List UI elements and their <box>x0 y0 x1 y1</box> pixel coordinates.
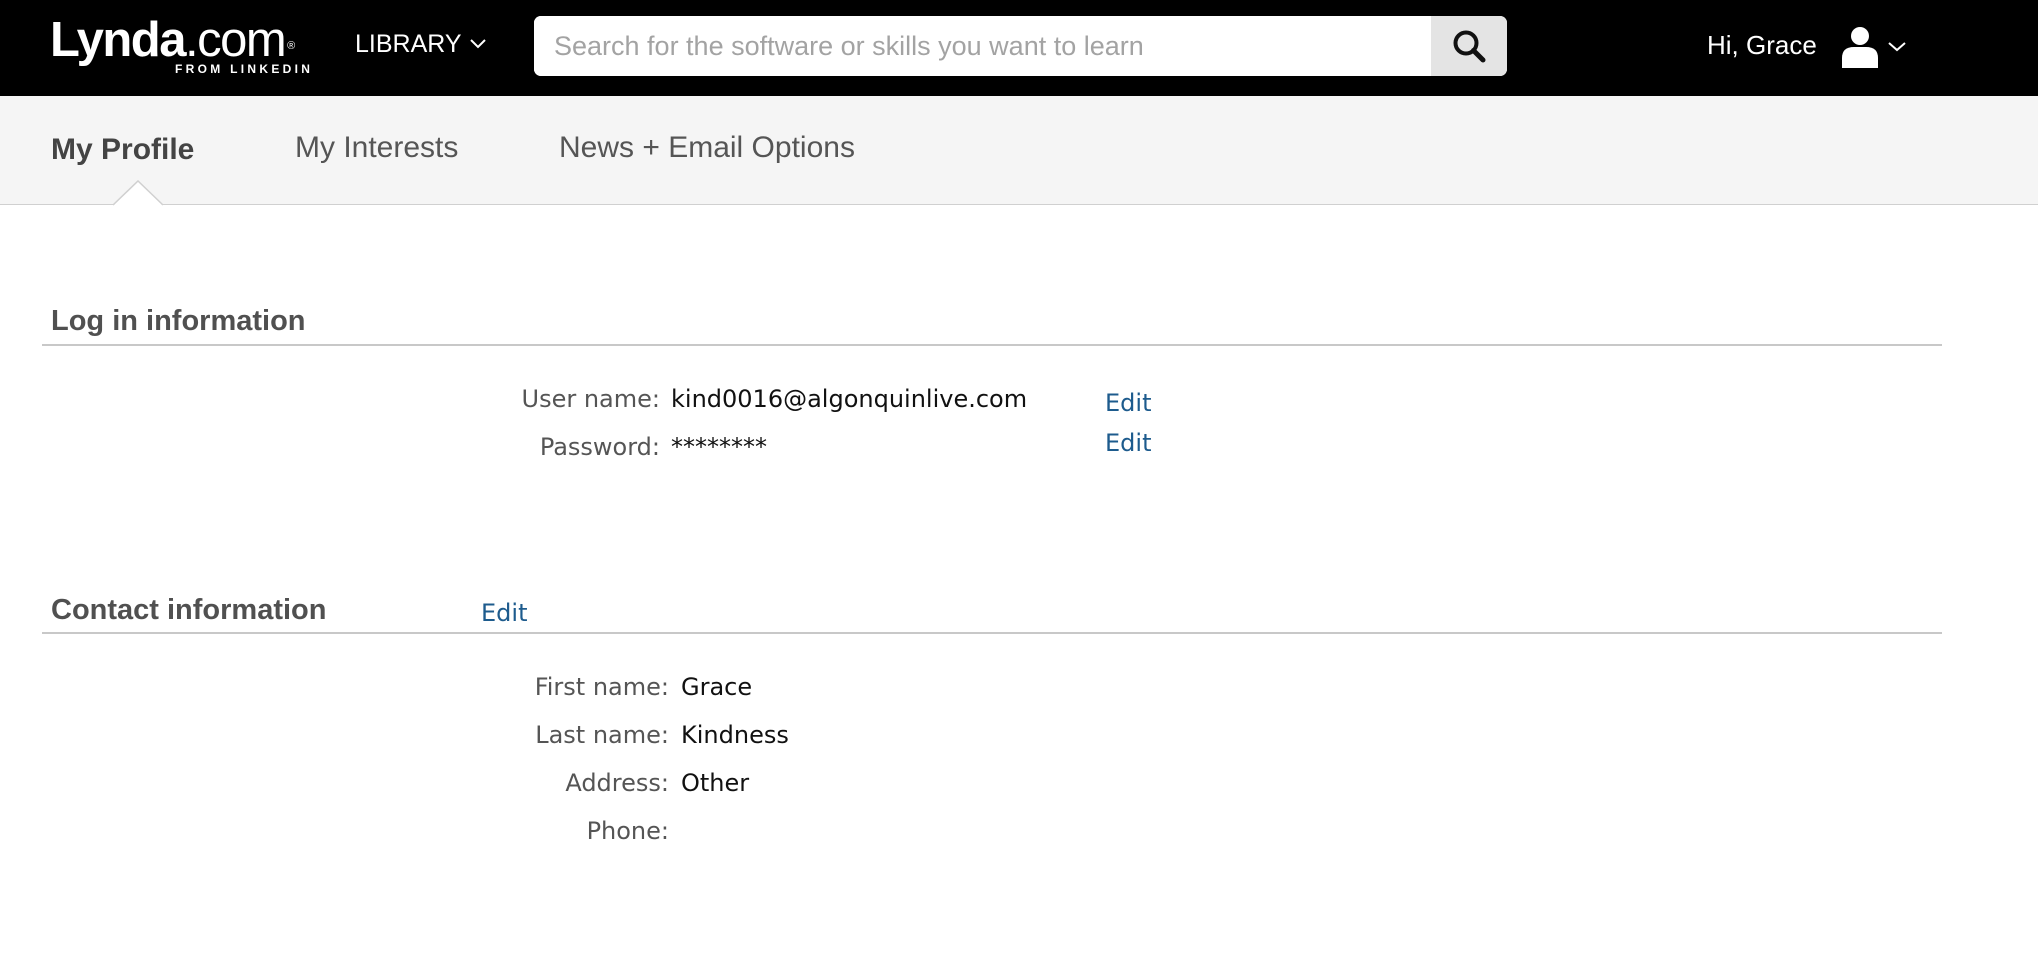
chevron-down-icon <box>1888 42 1906 52</box>
tab-my-profile[interactable]: My Profile <box>51 132 194 168</box>
address-label: Address: <box>565 769 669 797</box>
last-name-value: Kindness <box>681 721 789 749</box>
password-label: Password: <box>539 433 660 461</box>
search-icon <box>1453 30 1486 63</box>
library-menu-button[interactable]: LIBRARY <box>355 28 486 60</box>
chevron-down-icon <box>469 39 486 49</box>
edit-contact-link[interactable]: Edit <box>481 598 527 628</box>
address-value: Other <box>681 769 750 797</box>
first-name-value: Grace <box>681 673 753 701</box>
user-greeting: Hi, Grace <box>1707 30 1817 60</box>
first-name-label: First name: <box>534 673 669 701</box>
library-label: LIBRARY <box>355 30 462 58</box>
search-button[interactable] <box>1431 16 1507 76</box>
user-menu-button[interactable] <box>1840 22 1910 72</box>
phone-label: Phone: <box>586 817 669 845</box>
contact-section-title: Contact information <box>51 594 327 626</box>
login-section-title: Log in information <box>51 305 306 337</box>
username-value: kind0016@algonquinlive.com <box>671 385 1028 413</box>
search-input[interactable] <box>534 16 1431 76</box>
logo-tagline: FROM LINKEDIN <box>175 62 314 76</box>
section-divider <box>42 632 1942 634</box>
last-name-label: Last name: <box>535 721 669 749</box>
edit-username-link[interactable]: Edit <box>1105 388 1151 418</box>
active-tab-indicator <box>113 180 163 206</box>
section-divider <box>42 344 1942 346</box>
logo-wordmark: Lynda.com ® <box>50 13 295 67</box>
user-icon <box>1842 27 1878 68</box>
tab-my-interests[interactable]: My Interests <box>295 130 458 166</box>
edit-password-link[interactable]: Edit <box>1105 428 1151 458</box>
password-value: ******** <box>671 433 767 461</box>
tab-news-email-options[interactable]: News + Email Options <box>559 130 855 166</box>
top-navigation-bar: Lynda.com® FROM LINKEDIN LIBRARY Hi, Gra… <box>0 0 2038 96</box>
profile-tabs: My Profile My Interests News + Email Opt… <box>0 96 2038 206</box>
search-bar <box>534 16 1507 76</box>
username-label: User name: <box>521 385 660 413</box>
